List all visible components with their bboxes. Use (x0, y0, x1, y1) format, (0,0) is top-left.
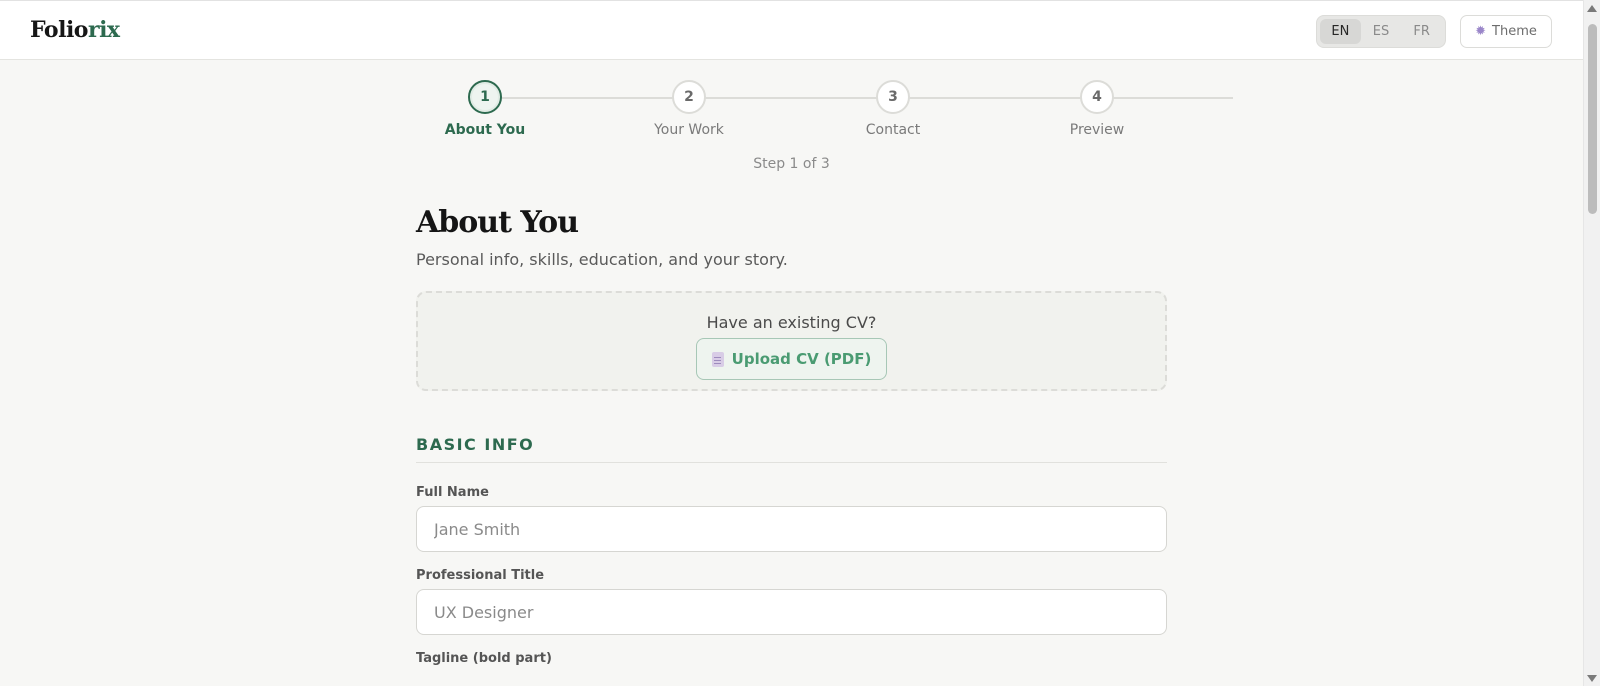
cv-upload-dropzone[interactable]: Have an existing CV? Upload CV (PDF) (416, 291, 1167, 391)
step-label: Preview (1069, 122, 1125, 138)
full-name-label: Full Name (416, 485, 489, 500)
step-label: About You (444, 122, 526, 138)
step-number-circle: 4 (1080, 80, 1114, 114)
professional-title-input[interactable] (416, 589, 1167, 635)
step-contact[interactable]: 3 Contact (833, 80, 953, 138)
step-number-circle: 2 (672, 80, 706, 114)
language-fr-button[interactable]: FR (1401, 19, 1442, 44)
step-your-work[interactable]: 2 Your Work (629, 80, 749, 138)
main-content: About You Personal info, skills, educati… (416, 205, 1167, 666)
step-label: Your Work (654, 122, 724, 138)
step-number-circle: 1 (468, 80, 502, 114)
logo[interactable]: Foliorix (30, 17, 120, 43)
scroll-down-arrow-icon[interactable] (1587, 675, 1597, 682)
upload-cv-button[interactable]: Upload CV (PDF) (696, 338, 887, 380)
logo-accent-text: rix (87, 17, 120, 43)
language-en-button[interactable]: EN (1320, 19, 1361, 44)
cv-prompt: Have an existing CV? (706, 313, 877, 332)
full-name-input[interactable] (416, 506, 1167, 552)
page-subtitle: Personal info, skills, education, and yo… (416, 250, 788, 269)
section-heading-basic-info: BASIC INFO (416, 435, 1167, 463)
language-switcher: EN ES FR (1316, 15, 1446, 48)
logo-text: Folio (30, 17, 88, 43)
tagline-label: Tagline (bold part) (416, 651, 552, 666)
page-scrollbar[interactable] (1583, 0, 1600, 686)
gear-icon: ✹ (1475, 24, 1487, 39)
step-progress-text: Step 1 of 3 (753, 156, 830, 172)
language-es-button[interactable]: ES (1361, 19, 1402, 44)
theme-button[interactable]: ✹ Theme (1460, 15, 1552, 48)
page-title: About You (416, 205, 579, 240)
step-label: Contact (865, 122, 921, 138)
step-preview[interactable]: 4 Preview (1037, 80, 1157, 138)
upload-cv-label: Upload CV (PDF) (731, 350, 872, 368)
top-bar: Foliorix EN ES FR ✹ Theme (0, 0, 1583, 60)
document-icon (711, 351, 724, 367)
progress-stepper: 1 About You 2 Your Work 3 Contact 4 Prev… (0, 80, 1583, 150)
step-number-circle: 3 (876, 80, 910, 114)
scroll-up-arrow-icon[interactable] (1587, 5, 1597, 12)
professional-title-label: Professional Title (416, 568, 545, 583)
scrollbar-thumb[interactable] (1588, 24, 1597, 214)
theme-button-label: Theme (1492, 24, 1537, 39)
step-about-you[interactable]: 1 About You (425, 80, 545, 138)
